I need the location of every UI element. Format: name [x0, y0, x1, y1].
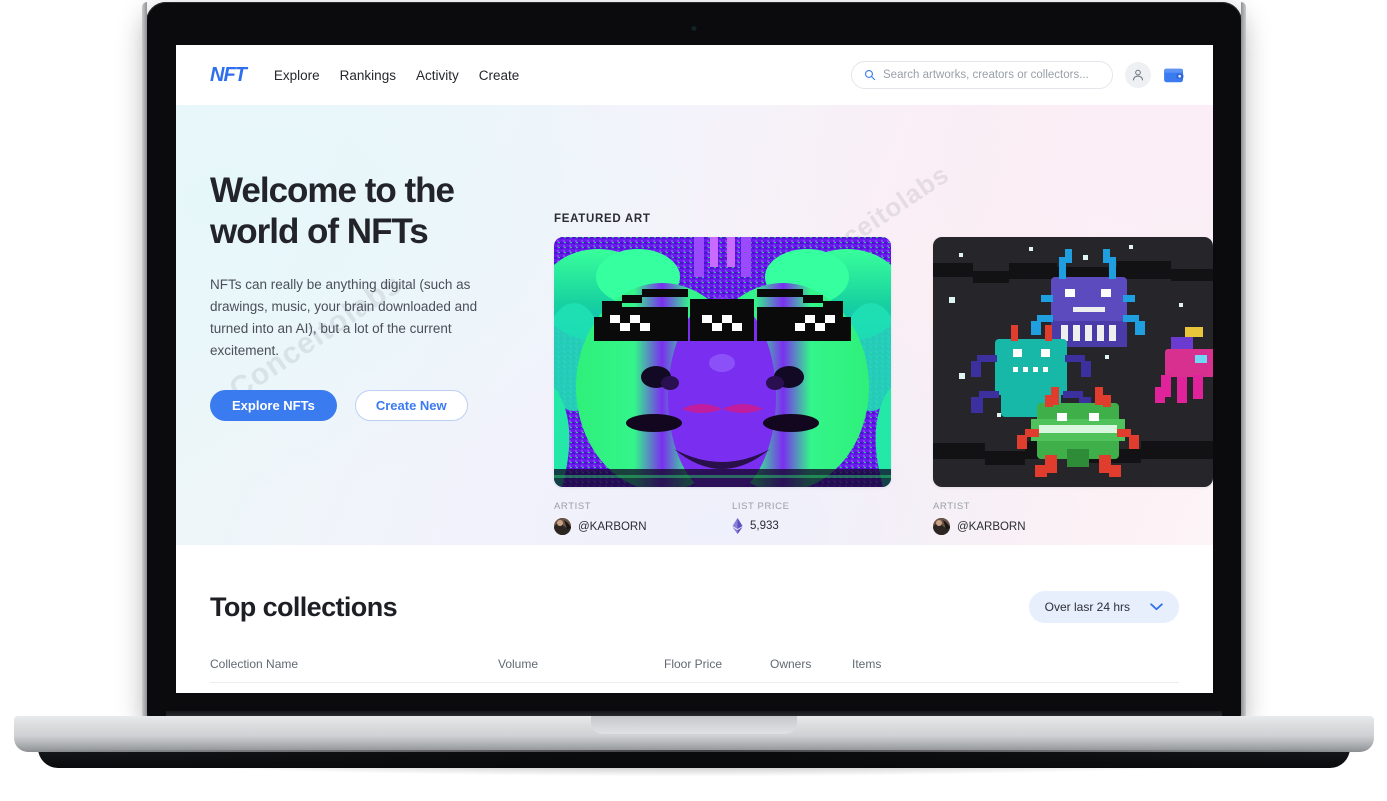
- lid-edge-right: [1241, 2, 1246, 720]
- pixel-monsters-artwork[interactable]: [933, 237, 1213, 487]
- featured-art-section: FEATURED ART ARTIST @KARBORN LIST PRICE …: [554, 105, 1213, 545]
- nav-item-explore[interactable]: Explore: [274, 68, 320, 83]
- list-price-value: 5,933: [732, 518, 910, 534]
- avatar: [933, 518, 950, 535]
- artist-value: @KARBORN: [554, 518, 732, 535]
- avatar-image: [933, 518, 950, 535]
- brand-logo[interactable]: NFT: [210, 64, 247, 87]
- list-price-label: LIST PRICE: [732, 501, 790, 512]
- laptop-base-notch: [590, 716, 797, 734]
- collections-table: Collection Name Volume Floor Price Owner…: [210, 657, 1179, 693]
- period-filter-label: Over lasr 24 hrs: [1044, 600, 1130, 614]
- profile-button[interactable]: [1125, 62, 1151, 88]
- create-new-button[interactable]: Create New: [354, 389, 468, 421]
- artwork-graphic: [933, 237, 1213, 487]
- price-amount: 5,933: [750, 520, 779, 532]
- glitch-portrait-artwork[interactable]: [554, 237, 891, 487]
- device-drop-shadow: [30, 750, 1358, 776]
- search-icon: [864, 69, 876, 81]
- artist-label: ARTIST: [554, 501, 592, 512]
- header-actions: [851, 61, 1185, 89]
- top-collections-section: Conceitolabs Conceitolabs Top collection…: [176, 545, 1213, 693]
- featured-card[interactable]: ARTIST: [933, 237, 1213, 535]
- hero-actions: Explore NFTs Create New: [210, 389, 508, 421]
- hero-subtitle: NFTs can really be anything digital (suc…: [210, 276, 478, 358]
- period-filter-dropdown[interactable]: Over lasr 24 hrs: [1028, 591, 1179, 623]
- featured-card[interactable]: ARTIST: [554, 237, 910, 535]
- camera-dot-icon: [691, 26, 697, 31]
- artist-column: ARTIST @KARBORN: [554, 501, 732, 535]
- nav-item-activity[interactable]: Activity: [416, 68, 459, 83]
- ethereum-icon: [732, 518, 743, 534]
- table-row[interactable]: 1: [210, 683, 1179, 693]
- laptop-lid: NFT Explore Rankings Activity Create Sea…: [142, 2, 1246, 720]
- table-header-row: Collection Name Volume Floor Price Owner…: [210, 657, 1179, 682]
- nft-marketplace-page: NFT Explore Rankings Activity Create Sea…: [176, 45, 1213, 693]
- featured-cards: ARTIST @KARBORN LIST PRICE 5,933 ARTIST …: [554, 237, 1213, 535]
- artist-column: ARTIST @KARBORN: [933, 501, 1111, 535]
- chevron-down-icon: [1150, 603, 1163, 611]
- nav-item-create[interactable]: Create: [479, 68, 520, 83]
- explore-nfts-button[interactable]: Explore NFTs: [210, 389, 337, 421]
- page-title: Welcome to the world of NFTs: [210, 171, 508, 253]
- artist-value: @KARBORN: [933, 518, 1111, 535]
- artwork-graphic: [554, 237, 891, 487]
- collections-header: Top collections Over lasr 24 hrs: [210, 591, 1179, 623]
- card-metadata: ARTIST: [933, 501, 1213, 535]
- hero-copy: Welcome to the world of NFTs NFTs can re…: [210, 105, 508, 545]
- lid-edge-left: [142, 2, 147, 720]
- collections-title: Top collections: [210, 591, 398, 622]
- column-header-floor-price: Floor Price: [664, 657, 723, 671]
- laptop-screen: NFT Explore Rankings Activity Create Sea…: [176, 45, 1213, 693]
- column-header-collection-name: Collection Name: [210, 657, 299, 671]
- search-box[interactable]: [851, 61, 1113, 89]
- artist-handle[interactable]: @KARBORN: [578, 521, 647, 533]
- column-header-owners: Owners: [770, 657, 812, 671]
- wallet-button[interactable]: [1163, 66, 1185, 84]
- featured-art-label: FEATURED ART: [554, 213, 651, 225]
- user-icon: [1133, 69, 1143, 81]
- artist-label: ARTIST: [933, 501, 971, 512]
- main-navigation: Explore Rankings Activity Create: [274, 68, 519, 83]
- wallet-icon: [1164, 68, 1184, 83]
- hero-title-line-1: Welcome to the: [210, 171, 455, 210]
- screenshot-scene: NFT Explore Rankings Activity Create Sea…: [0, 0, 1387, 801]
- card-metadata: ARTIST: [554, 501, 910, 535]
- search-input[interactable]: [883, 69, 1100, 81]
- avatar-image: [554, 518, 571, 535]
- hero-title-line-2: world of NFTs: [210, 211, 429, 251]
- nav-item-rankings[interactable]: Rankings: [340, 68, 396, 83]
- hero-section: Conceitolabs Conceitolabs Welcome to the…: [176, 105, 1213, 545]
- column-header-volume: Volume: [498, 657, 539, 671]
- artist-handle[interactable]: @KARBORN: [957, 521, 1026, 533]
- site-header: NFT Explore Rankings Activity Create: [176, 45, 1213, 105]
- avatar: [554, 518, 571, 535]
- price-column: LIST PRICE 5,933: [732, 501, 910, 535]
- column-header-items: Items: [852, 657, 882, 671]
